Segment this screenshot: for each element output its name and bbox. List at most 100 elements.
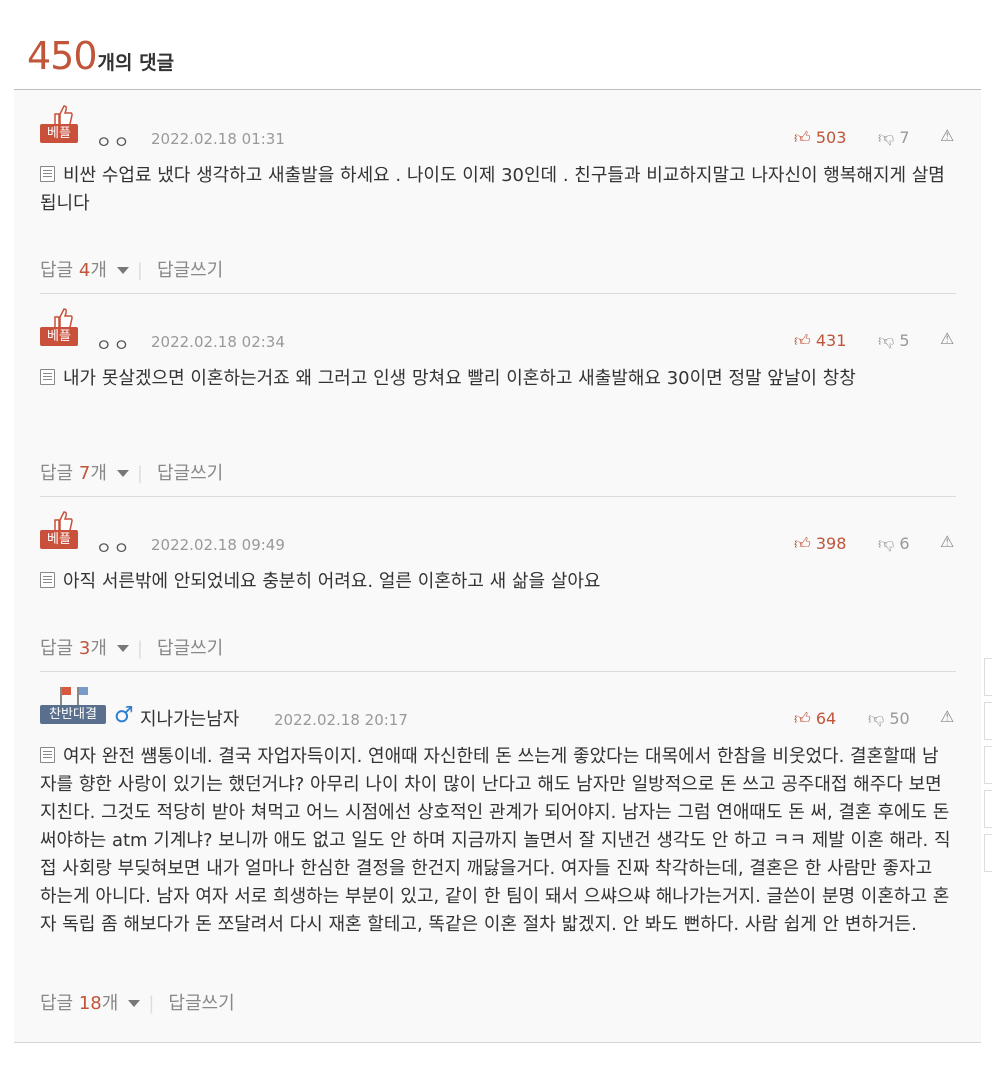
report-button[interactable]: ⚠︎ <box>940 126 954 145</box>
upvote-button[interactable]: 👍︎ 398 <box>794 534 846 554</box>
comment-date: 2022.02.18 09:49 <box>151 536 285 554</box>
upvote-count: 431 <box>815 331 847 350</box>
reply-count: 3 <box>78 638 91 659</box>
reply-toggle[interactable]: 답글 3개 <box>40 638 137 659</box>
write-reply-button[interactable]: 답글쓰기 <box>157 260 223 281</box>
comment-text: 내가 못살겠으면 이혼하는거죠 왜 그러고 인생 망쳐요 빨리 이혼하고 새출발… <box>63 368 856 389</box>
side-tab[interactable] <box>984 790 992 828</box>
nickname[interactable]: 지나가는남자 <box>140 705 239 731</box>
comment-item: 베플 ㅇㅇ 2022.02.18 02:34 👍︎ 431 👎︎ 5 ⚠︎ 내가… <box>40 307 956 497</box>
comment-body: 아직 서른밖에 안되었네요 충분히 어려요. 얼른 이혼하고 새 삶을 살아요 <box>40 568 956 596</box>
upvote-button[interactable]: 👍︎ 503 <box>794 128 846 148</box>
separator: | <box>136 463 143 484</box>
comment-meta: 베플 ㅇㅇ 2022.02.18 09:49 👍︎ 398 👎︎ 6 ⚠︎ <box>40 510 956 559</box>
reply-toggle[interactable]: 답글 7개 <box>40 463 137 484</box>
flags-icon <box>60 687 88 707</box>
report-button[interactable]: ⚠︎ <box>940 532 954 551</box>
reply-unit: 개 <box>90 260 107 281</box>
comment-count-label: 개의 댓글 <box>97 52 175 74</box>
best-badge-label: 베플 <box>40 327 78 346</box>
comment-date: 2022.02.18 01:31 <box>151 130 285 148</box>
comment-date: 2022.02.18 02:34 <box>151 333 285 351</box>
upvote-count: 398 <box>815 534 847 553</box>
side-tab[interactable] <box>984 702 992 740</box>
best-badge: 베플 <box>40 510 80 554</box>
report-button[interactable]: ⚠︎ <box>940 329 954 348</box>
downvote-count: 6 <box>899 534 910 553</box>
reply-count: 4 <box>78 260 91 281</box>
upvote-icon: 👍︎ <box>794 534 811 553</box>
comment-date: 2022.02.18 20:17 <box>274 711 408 729</box>
best-badge: 베플 <box>40 104 80 148</box>
document-icon <box>40 166 55 182</box>
report-icon: ⚠︎ <box>940 532 955 551</box>
comment-item: 베플 ㅇㅇ 2022.02.18 09:49 👍︎ 398 👎︎ 6 ⚠︎ 아직… <box>40 510 956 670</box>
comment-text: 여자 완전 썜통이네. 결국 자업자득이지. 연애때 자신한테 돈 쓰는게 좋았… <box>40 746 951 935</box>
thumbs-up-icon <box>54 308 73 329</box>
upvote-icon: 👍︎ <box>794 709 811 728</box>
comment-meta: 베플 ㅇㅇ 2022.02.18 02:34 👍︎ 431 👎︎ 5 ⚠︎ <box>40 307 956 356</box>
reply-unit: 개 <box>90 463 107 484</box>
downvote-button[interactable]: 👎︎ 6 <box>878 534 910 554</box>
comment-divider <box>40 293 956 294</box>
reply-toggle[interactable]: 답글 18개 <box>40 993 148 1014</box>
reply-label: 답글 <box>40 463 74 484</box>
chevron-down-icon <box>116 645 129 652</box>
comment-meta: 찬반대결 ♂ 지나가는남자 2022.02.18 20:17 👍︎ 64 👎︎ … <box>40 685 956 731</box>
document-icon <box>40 747 55 763</box>
best-badge: 베플 <box>40 307 80 351</box>
downvote-icon: 👎︎ <box>868 709 885 728</box>
comment-body: 내가 못살겠으면 이혼하는거죠 왜 그러고 인생 망쳐요 빨리 이혼하고 새출발… <box>40 365 956 393</box>
reply-row: 답글 18개 | 답글쓰기 <box>40 989 235 1015</box>
separator: | <box>148 993 155 1014</box>
upvote-icon: 👍︎ <box>794 331 811 350</box>
nickname[interactable]: ㅇㅇ <box>96 128 131 153</box>
downvote-count: 50 <box>889 709 910 728</box>
chevron-down-icon <box>116 267 129 274</box>
thumbs-up-icon <box>54 511 73 532</box>
downvote-button[interactable]: 👎︎ 5 <box>878 331 910 351</box>
nickname[interactable]: ㅇㅇ <box>96 534 131 559</box>
downvote-button[interactable]: 👎︎ 7 <box>878 128 910 148</box>
downvote-icon: 👎︎ <box>878 534 895 553</box>
reply-count: 18 <box>78 993 102 1014</box>
comment-divider <box>40 496 956 497</box>
reply-label: 답글 <box>40 993 74 1014</box>
reply-label: 답글 <box>40 260 74 281</box>
upvote-button[interactable]: 👍︎ 431 <box>794 331 846 351</box>
reply-toggle[interactable]: 답글 4개 <box>40 260 137 281</box>
comment-text: 아직 서른밖에 안되었네요 충분히 어려요. 얼른 이혼하고 새 삶을 살아요 <box>63 571 601 592</box>
comment-list: 베플 ㅇㅇ 2022.02.18 01:31 👍︎ 503 👎︎ 7 ⚠︎ 비싼… <box>14 89 981 1043</box>
separator: | <box>136 260 143 281</box>
side-tab[interactable] <box>984 746 992 784</box>
document-icon <box>40 369 55 385</box>
debate-badge: 찬반대결 <box>40 685 110 729</box>
downvote-icon: 👎︎ <box>878 128 895 147</box>
downvote-count: 5 <box>899 331 910 350</box>
write-reply-button[interactable]: 답글쓰기 <box>168 993 234 1014</box>
comment-item: 베플 ㅇㅇ 2022.02.18 01:31 👍︎ 503 👎︎ 7 ⚠︎ 비싼… <box>40 104 956 294</box>
comment-count: 450 <box>27 34 98 78</box>
downvote-icon: 👎︎ <box>878 331 895 350</box>
report-button[interactable]: ⚠︎ <box>940 707 954 726</box>
best-badge-label: 베플 <box>40 124 78 143</box>
report-icon: ⚠︎ <box>940 707 955 726</box>
nickname[interactable]: ㅇㅇ <box>96 331 131 356</box>
comments-header: 450개의 댓글 <box>27 34 174 84</box>
comment-item: 찬반대결 ♂ 지나가는남자 2022.02.18 20:17 👍︎ 64 👎︎ … <box>40 685 956 1025</box>
report-icon: ⚠︎ <box>940 126 955 145</box>
upvote-button[interactable]: 👍︎ 64 <box>794 709 836 729</box>
report-icon: ⚠︎ <box>940 329 955 348</box>
document-icon <box>40 572 55 588</box>
write-reply-button[interactable]: 답글쓰기 <box>157 463 223 484</box>
downvote-button[interactable]: 👎︎ 50 <box>868 709 910 729</box>
reply-label: 답글 <box>40 638 74 659</box>
side-tab[interactable] <box>984 834 992 872</box>
side-tab[interactable] <box>984 658 992 696</box>
write-reply-button[interactable]: 답글쓰기 <box>157 638 223 659</box>
comment-divider <box>40 671 956 672</box>
best-badge-label: 베플 <box>40 530 78 549</box>
upvote-icon: 👍︎ <box>794 128 811 147</box>
downvote-count: 7 <box>899 128 910 147</box>
debate-badge-label: 찬반대결 <box>40 705 106 724</box>
